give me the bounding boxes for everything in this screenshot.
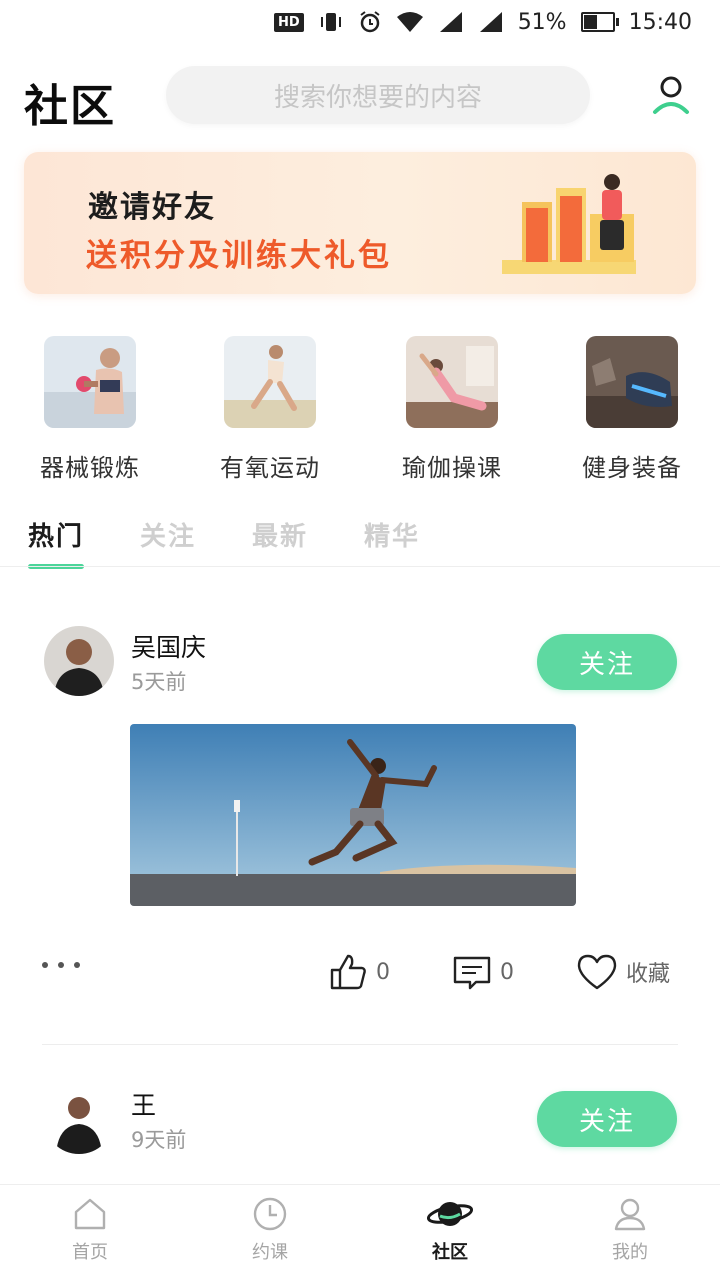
dot: [58, 962, 64, 968]
yoga-thumbnail: [406, 336, 498, 428]
search-input[interactable]: 搜索你想要的内容: [166, 66, 590, 124]
nav-label: 约课: [252, 1242, 288, 1263]
nav-community[interactable]: 社区: [390, 1196, 510, 1264]
status-bar: HD 51% 15:40: [0, 0, 720, 44]
tab-following[interactable]: 关注: [140, 516, 196, 553]
category-cardio[interactable]: 有氧运动: [200, 336, 340, 483]
dot: [42, 962, 48, 968]
post-time: 9天前: [131, 1128, 187, 1152]
page-title: 社区: [24, 81, 116, 132]
category-label: 器械锻炼: [40, 454, 140, 482]
nav-home[interactable]: 首页: [30, 1196, 150, 1264]
nav-label: 社区: [432, 1242, 468, 1263]
post-divider: [42, 1044, 678, 1045]
comment-count: 0: [500, 959, 514, 985]
category-label: 有氧运动: [220, 454, 320, 482]
invite-banner[interactable]: 邀请好友 送积分及训练大礼包: [24, 152, 696, 294]
category-equipment[interactable]: 器械锻炼: [20, 336, 160, 483]
more-options-button[interactable]: [42, 962, 80, 968]
feed-tabs: 热门 关注 最新 精华: [28, 516, 420, 569]
post-time: 5天前: [131, 670, 187, 694]
thumbs-up-icon: [330, 954, 366, 990]
nav-label: 我的: [612, 1242, 648, 1263]
category-gear[interactable]: 健身装备: [562, 336, 702, 483]
vibrate-icon: [320, 13, 341, 31]
user-button[interactable]: [648, 72, 694, 118]
alarm-icon: [360, 11, 380, 33]
wifi-icon: [396, 12, 423, 32]
search-placeholder: 搜索你想要的内容: [273, 82, 482, 113]
profile-icon: [614, 1198, 646, 1231]
author-name[interactable]: 王: [131, 1086, 156, 1122]
tab-hot[interactable]: 热门: [28, 516, 85, 569]
equipment-thumbnail: [44, 336, 136, 428]
signal-icon: [439, 12, 462, 32]
comment-icon: [453, 956, 491, 990]
gear-thumbnail: [586, 336, 678, 428]
follow-button[interactable]: 关注: [537, 1091, 677, 1147]
dot: [74, 962, 80, 968]
banner-title: 邀请好友: [88, 190, 216, 225]
nav-profile[interactable]: 我的: [570, 1196, 690, 1264]
gift-illustration: [502, 174, 636, 274]
post-image[interactable]: [130, 724, 576, 906]
comment-button[interactable]: 0: [452, 952, 514, 992]
category-label: 瑜伽操课: [402, 454, 502, 482]
clock-time: 15:40: [628, 9, 692, 35]
user-icon: [653, 76, 689, 114]
like-button[interactable]: 0: [328, 952, 390, 992]
banner-subtitle: 送积分及训练大礼包: [86, 238, 392, 274]
nav-classes[interactable]: 约课: [210, 1196, 330, 1264]
hd-indicator: HD: [274, 12, 304, 32]
planet-icon: [426, 1202, 474, 1226]
heart-icon: [577, 954, 617, 990]
tabs-divider: [0, 566, 720, 567]
nav-label: 首页: [72, 1242, 108, 1263]
home-icon: [74, 1198, 106, 1230]
like-count: 0: [376, 959, 390, 985]
clock-icon: [253, 1197, 287, 1231]
category-yoga[interactable]: 瑜伽操课: [382, 336, 522, 483]
follow-button[interactable]: 关注: [537, 634, 677, 690]
avatar[interactable]: [44, 1084, 114, 1154]
author-name[interactable]: 吴国庆: [131, 628, 206, 664]
cardio-thumbnail: [224, 336, 316, 428]
avatar[interactable]: [44, 626, 114, 696]
signal-icon-2: [479, 12, 502, 32]
favorite-button[interactable]: 收藏: [576, 952, 670, 992]
battery-percent: 51%: [517, 9, 567, 35]
battery-icon: [580, 12, 619, 32]
tab-featured[interactable]: 精华: [364, 516, 420, 553]
tab-latest[interactable]: 最新: [252, 516, 308, 553]
favorite-label: 收藏: [626, 962, 671, 987]
category-label: 健身装备: [582, 454, 682, 482]
